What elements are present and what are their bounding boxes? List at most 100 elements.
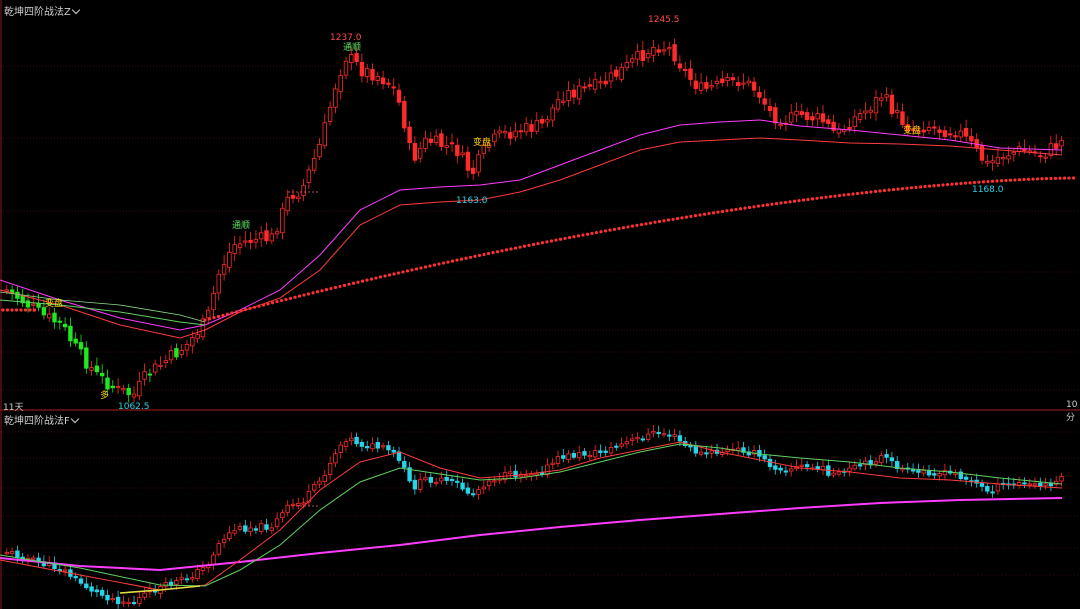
ma-dot <box>365 278 369 282</box>
ma-dot <box>599 230 603 234</box>
candle-body <box>396 89 402 103</box>
candle-body <box>635 437 640 440</box>
ma-dot <box>1067 176 1071 180</box>
ma-dot <box>396 271 401 275</box>
candle-body <box>359 441 365 447</box>
candle-body <box>555 99 561 110</box>
candle-body <box>317 480 322 485</box>
ma-dot <box>603 229 608 233</box>
candle-body <box>969 136 974 142</box>
ma-dot <box>657 219 662 224</box>
ma-dot <box>761 203 765 208</box>
candle-body <box>396 451 402 461</box>
candle-body <box>433 135 439 143</box>
ma-dot <box>302 293 306 297</box>
candle-body <box>656 49 661 53</box>
candle-body <box>68 325 73 342</box>
candle-body <box>296 196 301 200</box>
ma-dot <box>32 308 37 312</box>
candle-body <box>598 450 603 453</box>
ma-dot <box>698 213 702 217</box>
top-panel-indicator-selector[interactable]: 乾坤四阶战法Z <box>4 3 81 18</box>
candle-body <box>338 444 343 453</box>
ma-dot <box>464 256 468 260</box>
candle-body <box>333 453 338 464</box>
candle-body <box>380 445 386 448</box>
candle-body <box>221 264 227 275</box>
candle-body <box>852 464 857 470</box>
ma-dot <box>275 300 279 304</box>
candle-body <box>89 586 94 592</box>
high-price-label: 1237.0 <box>330 33 362 43</box>
signal-label: 多 <box>100 391 110 401</box>
candle-body <box>78 342 84 350</box>
candle-body <box>709 450 714 454</box>
candle-body <box>508 132 513 139</box>
candle-body <box>778 124 783 127</box>
ma-dot <box>882 188 887 193</box>
candle-body <box>910 469 916 472</box>
ma-dot <box>320 289 324 293</box>
candle-body <box>100 372 105 377</box>
candle-body <box>1043 483 1048 486</box>
candle-body <box>619 443 624 447</box>
ma-dot <box>747 205 752 210</box>
ma-dot <box>990 179 995 183</box>
ma-dot <box>545 240 549 244</box>
ma-dot <box>383 274 387 278</box>
candle-body <box>190 577 195 580</box>
candle-body <box>110 598 115 601</box>
ma-dot <box>5 308 10 312</box>
candle-body <box>57 320 62 323</box>
candle-body <box>211 292 216 310</box>
ma-dot <box>509 247 513 251</box>
ma-dot <box>500 249 504 253</box>
candle-body <box>963 476 969 480</box>
ma-dot <box>855 191 860 196</box>
candle-body <box>253 239 259 243</box>
candle-body <box>1006 155 1011 160</box>
candle-body <box>1022 482 1027 485</box>
ma-dot <box>707 211 711 216</box>
candle-body <box>364 446 370 449</box>
candle-body <box>640 50 645 62</box>
candle-body <box>386 82 391 85</box>
candle-body <box>624 441 630 445</box>
candle-body <box>492 133 497 143</box>
ma-dot <box>801 198 806 202</box>
signal-label: 变盘 <box>45 299 64 309</box>
candle-body <box>423 477 428 481</box>
ma-dot <box>423 265 428 269</box>
ma-dot <box>333 285 338 290</box>
candle-body <box>280 512 285 518</box>
candle-body <box>258 232 264 240</box>
ma-dot <box>999 179 1004 183</box>
ma-dot <box>19 308 23 312</box>
ma-dot <box>909 186 914 190</box>
ma-dot <box>351 281 356 285</box>
candle-body <box>285 196 290 212</box>
ma-dot <box>734 207 738 212</box>
ma-dot <box>360 279 365 283</box>
ma-dot <box>846 192 851 197</box>
candle-body <box>444 145 449 148</box>
kline-chart-canvas[interactable] <box>0 0 1080 609</box>
candle-body <box>301 502 306 505</box>
ma-line-magenta <box>0 119 1063 331</box>
ma-dot <box>293 295 297 299</box>
ma-dot <box>446 260 450 264</box>
period-right-label: 10分 <box>1066 400 1078 423</box>
ma-dot <box>477 253 482 258</box>
ma-dot <box>783 200 788 205</box>
candle-body <box>667 47 672 50</box>
candle-body <box>1059 140 1064 147</box>
bottom-panel-indicator-selector[interactable]: 乾坤四阶战法F <box>4 412 80 427</box>
candle-body <box>672 434 677 438</box>
ma-dot <box>918 185 923 189</box>
candle-body <box>417 147 423 159</box>
ma-dot <box>702 212 707 216</box>
ma-dot <box>288 296 293 300</box>
low-price-label: 1168.0 <box>972 185 1004 195</box>
candle-body <box>354 53 359 63</box>
candle-body <box>121 388 126 391</box>
